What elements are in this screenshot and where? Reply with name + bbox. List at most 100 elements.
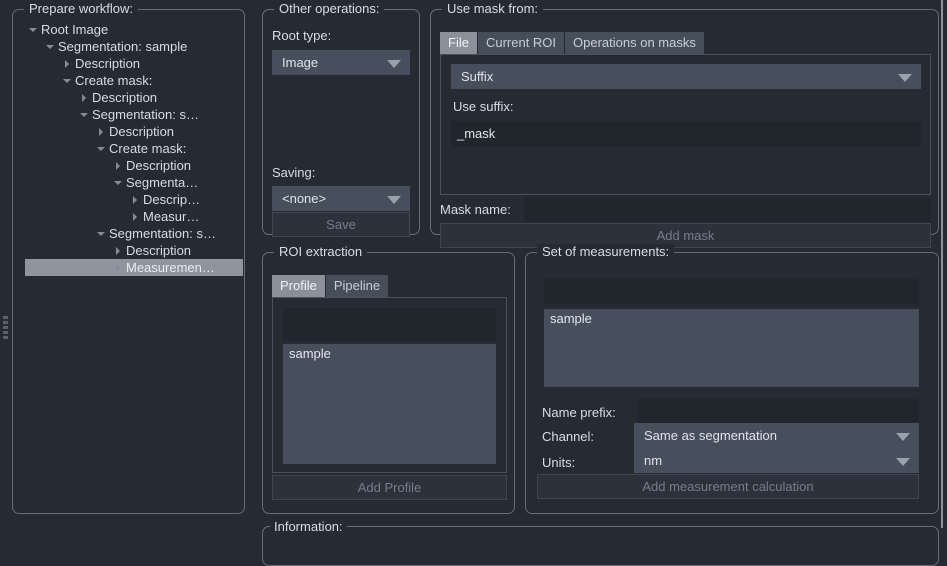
- list-item[interactable]: sample: [544, 309, 919, 328]
- tree-item-label: Description: [109, 124, 175, 139]
- tree-item-label: Create mask:: [109, 141, 187, 156]
- mask-source-tabbar[interactable]: File Current ROI Operations on masks: [440, 31, 705, 55]
- other-operations-legend: Other operations:: [274, 1, 385, 17]
- mask-file-tabpane: Suffix Use suffix: _mask: [440, 54, 931, 195]
- add-measurement-calculation-button[interactable]: Add measurement calculation: [537, 474, 919, 499]
- tab-operations-on-masks[interactable]: Operations on masks: [565, 32, 704, 55]
- drag-handle-icon[interactable]: [3, 316, 8, 341]
- tree-item[interactable]: Description: [14, 89, 243, 106]
- root-type-label: Root type:: [272, 28, 332, 43]
- add-mask-button[interactable]: Add mask: [440, 223, 931, 248]
- name-prefix-input[interactable]: [638, 399, 919, 423]
- right-splitter-line[interactable]: [941, 0, 943, 528]
- chevron-right-icon[interactable]: [127, 191, 143, 208]
- chevron-down-icon: [896, 458, 910, 466]
- chevron-right-icon[interactable]: [59, 55, 75, 72]
- tree-item-label: Descrip…: [143, 192, 201, 207]
- tree-item[interactable]: Segmentation: s…: [14, 106, 243, 123]
- saving-combobox[interactable]: <none>: [272, 186, 410, 211]
- tree-item-label: Segmentation: s…: [109, 226, 216, 241]
- chevron-right-icon[interactable]: [110, 259, 126, 276]
- tree-item-label: Measur…: [143, 209, 200, 224]
- chevron-down-icon: [898, 74, 912, 82]
- chevron-right-icon[interactable]: [110, 157, 126, 174]
- chevron-down-icon[interactable]: [59, 72, 75, 89]
- units-label: Units:: [542, 455, 576, 470]
- chevron-right-icon[interactable]: [76, 89, 92, 106]
- channel-value: Same as segmentation: [644, 428, 777, 443]
- tree-item[interactable]: Create mask:: [14, 72, 243, 89]
- tree-item[interactable]: Segmentation: sample: [14, 38, 243, 55]
- chevron-down-icon[interactable]: [76, 106, 92, 123]
- channel-combobox[interactable]: Same as segmentation: [634, 423, 919, 448]
- save-button[interactable]: Save: [272, 212, 410, 237]
- other-operations-group: Other operations: Root type: Image Savin…: [262, 1, 420, 237]
- chevron-right-icon[interactable]: [93, 123, 109, 140]
- name-prefix-label: Name prefix:: [542, 405, 616, 420]
- roi-extraction-group: ROI extraction Profile Pipeline sample Ad…: [262, 244, 515, 514]
- tree-item[interactable]: Create mask:: [14, 140, 243, 157]
- tab-pipeline[interactable]: Pipeline: [325, 275, 389, 298]
- tree-item[interactable]: Descrip…: [14, 191, 243, 208]
- chevron-down-icon: [896, 433, 910, 441]
- tree-item[interactable]: Segmentation: s…: [14, 225, 243, 242]
- roi-search-input[interactable]: [283, 308, 496, 341]
- chevron-down-icon[interactable]: [110, 174, 126, 191]
- mask-source-combobox[interactable]: Suffix: [451, 64, 921, 89]
- tree-item-label: Measuremen…: [126, 260, 215, 275]
- chevron-down-icon[interactable]: [42, 38, 58, 55]
- channel-label: Channel:: [542, 429, 595, 444]
- tab-file[interactable]: File: [440, 32, 477, 55]
- tree-item[interactable]: Description: [14, 55, 243, 72]
- use-suffix-label: Use suffix:: [453, 99, 514, 114]
- set-of-measurements-group: Set of measurements: sample Name prefix:…: [525, 244, 939, 514]
- workflow-tree[interactable]: Root Image Segmentation: sample Descriptio…: [14, 21, 243, 512]
- tree-item-label: Create mask:: [75, 73, 153, 88]
- tree-item[interactable]: Measur…: [14, 208, 243, 225]
- tab-current-roi[interactable]: Current ROI: [477, 32, 565, 55]
- roi-extraction-tabbar[interactable]: Profile Pipeline: [272, 274, 389, 298]
- tree-item-label: Description: [126, 243, 192, 258]
- saving-value: <none>: [282, 191, 327, 206]
- tree-item-label: Description: [126, 158, 192, 173]
- tree-item-label: Segmenta…: [126, 175, 199, 190]
- chevron-right-icon[interactable]: [127, 208, 143, 225]
- tree-item[interactable]: Description: [14, 242, 243, 259]
- saving-label: Saving:: [272, 165, 316, 180]
- mask-name-input[interactable]: [524, 198, 931, 222]
- chevron-right-icon[interactable]: [110, 242, 126, 259]
- left-splitter-handle[interactable]: [0, 0, 11, 528]
- root-type-combobox[interactable]: Image: [272, 50, 410, 75]
- tree-item-label: Description: [75, 56, 141, 71]
- tree-item[interactable]: Description: [14, 123, 243, 140]
- tree-item[interactable]: Description: [14, 157, 243, 174]
- tree-item[interactable]: Measuremen…: [25, 259, 243, 276]
- set-of-measurements-legend: Set of measurements:: [537, 244, 675, 260]
- chevron-down-icon: [387, 196, 401, 204]
- add-profile-button[interactable]: Add Profile: [272, 475, 507, 500]
- chevron-down-icon: [387, 60, 401, 68]
- chevron-down-icon[interactable]: [93, 140, 109, 157]
- use-suffix-input[interactable]: _mask: [451, 121, 921, 147]
- mask-name-label: Mask name:: [440, 202, 511, 217]
- measurements-search-input[interactable]: [544, 279, 919, 304]
- tab-profile[interactable]: Profile: [272, 275, 325, 298]
- tree-item-label: Root Image: [41, 22, 109, 37]
- prepare-workflow-legend: Prepare workflow:: [24, 1, 139, 17]
- root-type-value: Image: [282, 55, 319, 70]
- tree-item[interactable]: Segmenta…: [14, 174, 243, 191]
- units-combobox[interactable]: nm: [634, 448, 919, 473]
- use-mask-from-legend: Use mask from:: [442, 1, 544, 17]
- prepare-workflow-group: Prepare workflow: Root Image Segmentation…: [12, 1, 245, 514]
- prepare-workflow-window: Prepare workflow: Root Image Segmentation…: [0, 0, 947, 566]
- tree-item[interactable]: Root Image: [14, 21, 243, 38]
- mask-source-value: Suffix: [461, 69, 494, 84]
- chevron-down-icon[interactable]: [25, 21, 41, 38]
- measurements-list[interactable]: sample: [544, 309, 919, 387]
- units-value: nm: [644, 453, 663, 468]
- tree-item-label: Segmentation: sample: [58, 39, 188, 54]
- list-item[interactable]: sample: [283, 344, 496, 363]
- chevron-down-icon[interactable]: [93, 225, 109, 242]
- roi-profile-list[interactable]: sample: [283, 344, 496, 464]
- tree-item-label: Segmentation: s…: [92, 107, 199, 122]
